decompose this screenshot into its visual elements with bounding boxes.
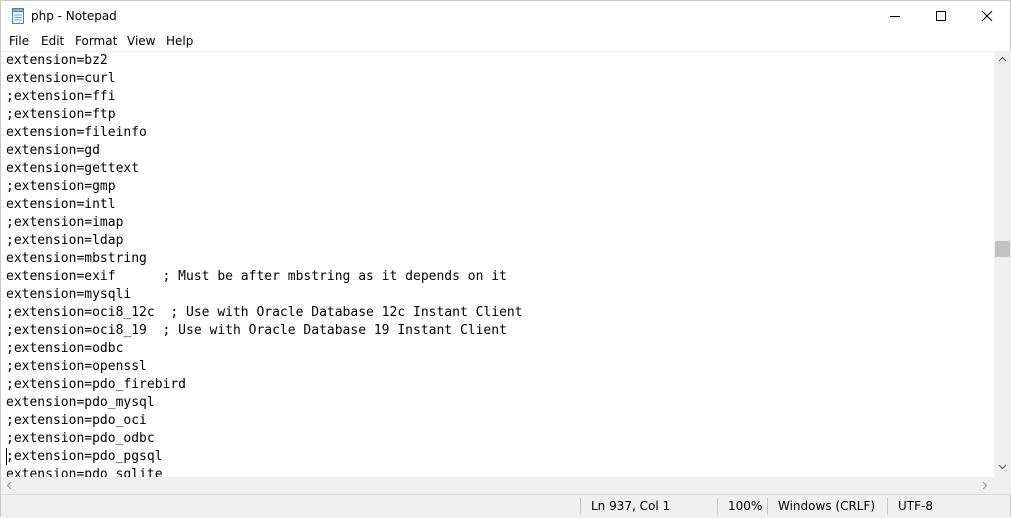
text-line: extension=exif ; Must be after mbstring … (6, 269, 507, 284)
text-line: extension=mysqli (6, 287, 132, 302)
horizontal-scrollbar[interactable] (1, 477, 994, 494)
text-line: ;extension=oci8_12c ; Use with Oracle Da… (6, 305, 523, 320)
text-line: extension=curl (6, 71, 116, 86)
text-line: ;extension=pdo_firebird (6, 377, 187, 392)
status-divider (717, 498, 718, 515)
close-icon (981, 10, 993, 22)
notepad-window: php - Notepad File Edit Format View Help… (0, 0, 1011, 518)
title-bar[interactable]: php - Notepad (1, 1, 1010, 31)
window-title: php - Notepad (31, 9, 117, 23)
line-ending: Windows (CRLF) (778, 499, 876, 513)
maximize-button[interactable] (918, 1, 964, 31)
text-line: extension=intl (6, 197, 116, 212)
minimize-button[interactable] (872, 1, 918, 31)
maximize-icon (936, 11, 946, 21)
text-line: ;extension=ffi (6, 89, 116, 104)
scroll-down-icon[interactable] (998, 464, 1007, 470)
cursor-position: Ln 937, Col 1 (591, 499, 671, 513)
text-line: ;extension=pdo_oci (6, 413, 147, 428)
text-editor[interactable]: extension=bz2 extension=curl ;extension=… (1, 51, 994, 478)
text-line: extension=mbstring (6, 251, 147, 266)
text-line: extension=gd (6, 143, 100, 158)
zoom-level: 100% (728, 499, 763, 513)
text-line: ;extension=openssl (6, 359, 147, 374)
text-line: ;extension=ftp (6, 107, 116, 122)
menu-file[interactable]: File (9, 33, 29, 49)
menu-edit[interactable]: Edit (41, 33, 64, 49)
menu-format[interactable]: Format (75, 33, 117, 49)
scroll-up-icon[interactable] (998, 56, 1007, 62)
status-divider (767, 498, 768, 515)
status-divider (580, 498, 581, 515)
vertical-scroll-thumb[interactable] (995, 241, 1010, 257)
scrollbar-corner (994, 477, 1011, 494)
text-line: extension=bz2 (6, 53, 108, 68)
menu-view[interactable]: View (127, 33, 155, 49)
text-line: ;extension=pdo_pgsql (6, 449, 163, 464)
text-line: ;extension=odbc (6, 341, 124, 356)
minimize-icon (890, 16, 900, 17)
scroll-right-icon[interactable] (982, 481, 988, 490)
vertical-scrollbar[interactable] (994, 51, 1011, 477)
text-line: extension=pdo_mysql (6, 395, 155, 410)
notepad-icon (11, 8, 25, 24)
close-button[interactable] (964, 1, 1010, 31)
scroll-left-icon[interactable] (6, 481, 12, 490)
text-line: ;extension=imap (6, 215, 124, 230)
menu-help[interactable]: Help (166, 33, 193, 49)
text-line: ;extension=gmp (6, 179, 116, 194)
text-line: ;extension=pdo_odbc (6, 431, 155, 446)
text-line: extension=gettext (6, 161, 140, 176)
menu-bar: File Edit Format View Help (1, 31, 1010, 51)
status-bar: Ln 937, Col 1 100% Windows (CRLF) UTF-8 (1, 494, 1010, 518)
file-encoding: UTF-8 (898, 499, 933, 513)
text-caret (6, 448, 7, 465)
status-divider (887, 498, 888, 515)
text-line: ;extension=oci8_19 ; Use with Oracle Dat… (6, 323, 507, 338)
text-line: extension=fileinfo (6, 125, 147, 140)
text-line: ;extension=ldap (6, 233, 124, 248)
